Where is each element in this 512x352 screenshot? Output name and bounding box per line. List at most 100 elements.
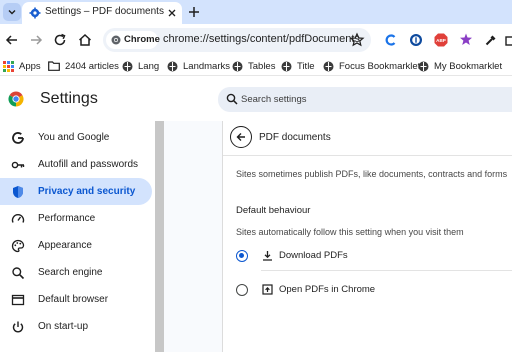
site-info-chip[interactable]: Chrome bbox=[106, 31, 160, 49]
radio-open-pdfs-in-chrome[interactable] bbox=[236, 284, 248, 296]
section-subtitle: Sites automatically follow this setting … bbox=[236, 227, 464, 237]
sidebar-item-label: Performance bbox=[38, 213, 96, 224]
settings-header: Settings Search settings bbox=[0, 77, 512, 121]
bookmark-label: Apps bbox=[19, 60, 41, 72]
open-in-chrome-icon bbox=[262, 284, 273, 295]
bookmark-star-icon[interactable] bbox=[349, 32, 365, 48]
new-tab-plus-icon[interactable] bbox=[187, 5, 201, 19]
search-placeholder: Search settings bbox=[241, 94, 307, 105]
bookmark-title[interactable]: Title bbox=[281, 59, 315, 73]
sidebar-item-label: On start-up bbox=[38, 321, 89, 332]
reload-icon[interactable] bbox=[52, 32, 68, 48]
forward-arrow-icon[interactable] bbox=[28, 32, 44, 48]
bookmarklet-icon bbox=[281, 61, 292, 71]
bookmark-folder-2404-articles[interactable]: 2404 articles bbox=[48, 59, 119, 73]
bookmarklet-icon bbox=[167, 61, 178, 71]
sidebar-item-label: Search engine bbox=[38, 267, 103, 278]
close-icon[interactable] bbox=[166, 7, 178, 19]
bookmark-lang[interactable]: Lang bbox=[122, 59, 159, 73]
c-extension-icon[interactable] bbox=[383, 32, 399, 48]
search-icon bbox=[226, 93, 238, 105]
section-heading: Default behaviour bbox=[236, 205, 311, 216]
folder-icon bbox=[48, 61, 60, 71]
sidebar-item-default-browser[interactable]: Default browser bbox=[0, 286, 152, 313]
sidebar-item-appearance[interactable]: Appearance bbox=[0, 232, 152, 259]
palette-icon bbox=[11, 239, 25, 253]
bookmark-label: Landmarks bbox=[183, 60, 230, 72]
sidebar-item-autofill[interactable]: Autofill and passwords bbox=[0, 151, 152, 178]
chip-label: Chrome bbox=[124, 34, 160, 45]
sidebar-item-on-start-up[interactable]: On start-up bbox=[0, 313, 152, 340]
option-label: Open PDFs in Chrome bbox=[279, 284, 376, 295]
search-input[interactable]: Search settings bbox=[218, 87, 512, 112]
google-g-icon bbox=[12, 132, 24, 144]
page-subtitle: PDF documents bbox=[259, 132, 331, 143]
address-bar[interactable]: Chrome chrome://settings/content/pdfDocu… bbox=[103, 28, 371, 52]
back-arrow-icon[interactable] bbox=[4, 32, 20, 48]
divider bbox=[223, 155, 512, 156]
back-button[interactable] bbox=[230, 126, 252, 148]
option-open-pdfs-in-chrome[interactable]: Open PDFs in Chrome bbox=[233, 279, 512, 301]
bookmark-label: Tables bbox=[248, 60, 276, 72]
bookmark-my-bookmarklet[interactable]: My Bookmarklet bbox=[418, 59, 502, 73]
power-icon bbox=[12, 321, 24, 333]
browser-window-icon bbox=[11, 294, 25, 306]
sidebar-scrollbar[interactable] bbox=[155, 121, 164, 352]
sidebar-item-label: Privacy and security bbox=[38, 186, 136, 197]
bookmark-landmarks[interactable]: Landmarks bbox=[167, 59, 230, 73]
sidebar-item-you-and-google[interactable]: You and Google bbox=[0, 124, 152, 151]
shield-icon bbox=[13, 186, 23, 198]
chrome-logo-icon bbox=[111, 35, 121, 45]
bookmarklet-icon bbox=[418, 61, 429, 71]
bookmark-label: Focus Bookmarklet bbox=[339, 60, 421, 72]
bookmark-label: Lang bbox=[138, 60, 160, 72]
chrome-logo-icon bbox=[8, 91, 24, 107]
password-manager-icon[interactable] bbox=[408, 32, 424, 48]
bookmarks-bar: Apps 2404 articles Lang Landmarks Tables… bbox=[0, 56, 512, 76]
sidebar-item-label: Autofill and passwords bbox=[38, 159, 139, 170]
download-icon bbox=[263, 251, 272, 261]
key-icon bbox=[11, 161, 25, 169]
bookmark-focus-bookmarklet[interactable]: Focus Bookmarklet bbox=[323, 59, 420, 73]
tab-title: Settings – PDF documents bbox=[45, 6, 164, 17]
bookmark-tables[interactable]: Tables bbox=[232, 59, 275, 73]
pdf-documents-card: PDF documents Sites sometimes publish PD… bbox=[222, 121, 512, 352]
description-text: Sites sometimes publish PDFs, like docum… bbox=[236, 169, 508, 179]
bookmark-label: Title bbox=[297, 60, 315, 72]
sidebar-item-privacy-and-security[interactable]: Privacy and security bbox=[0, 178, 152, 205]
extensions-icon[interactable] bbox=[503, 32, 512, 48]
svg-text:ABP: ABP bbox=[436, 38, 446, 43]
bookmarklet-icon bbox=[323, 61, 334, 71]
home-icon[interactable] bbox=[77, 32, 93, 48]
toolbar: Chrome chrome://settings/content/pdfDocu… bbox=[0, 24, 512, 56]
bookmarklet-icon bbox=[232, 61, 243, 71]
search-icon bbox=[12, 267, 25, 280]
eyedropper-icon[interactable] bbox=[483, 32, 499, 48]
sidebar-item-label: Default browser bbox=[38, 294, 109, 305]
page-title: Settings bbox=[40, 90, 98, 107]
settings-sidebar: You and Google Autofill and passwords Pr… bbox=[0, 121, 155, 352]
option-download-pdfs[interactable]: Download PDFs bbox=[233, 245, 512, 267]
url-text[interactable]: chrome://settings/content/pdfDocuments bbox=[163, 33, 360, 45]
bookmark-apps[interactable]: Apps bbox=[3, 59, 41, 73]
speedometer-icon bbox=[11, 214, 25, 223]
adblock-icon[interactable]: ABP bbox=[433, 32, 449, 48]
gear-icon bbox=[29, 7, 41, 19]
sidebar-item-label: You and Google bbox=[38, 132, 110, 143]
sidebar-item-search-engine[interactable]: Search engine bbox=[0, 259, 152, 286]
bookmark-label: 2404 articles bbox=[65, 60, 119, 72]
option-label: Download PDFs bbox=[279, 250, 348, 261]
chevron-down-icon bbox=[8, 10, 16, 15]
sidebar-item-label: Appearance bbox=[38, 240, 92, 251]
apps-grid-icon bbox=[3, 60, 14, 72]
tab-search-button[interactable] bbox=[3, 3, 21, 21]
back-arrow-icon bbox=[236, 133, 245, 141]
tab-strip: Settings – PDF documents bbox=[0, 0, 512, 24]
divider bbox=[261, 270, 512, 271]
bookmark-label: My Bookmarklet bbox=[434, 60, 503, 72]
puzzle-extension-icon[interactable] bbox=[458, 32, 474, 48]
tab-settings[interactable]: Settings – PDF documents bbox=[22, 2, 182, 24]
sidebar-item-performance[interactable]: Performance bbox=[0, 205, 152, 232]
bookmarklet-icon bbox=[122, 61, 133, 71]
radio-download-pdfs[interactable] bbox=[236, 250, 248, 262]
